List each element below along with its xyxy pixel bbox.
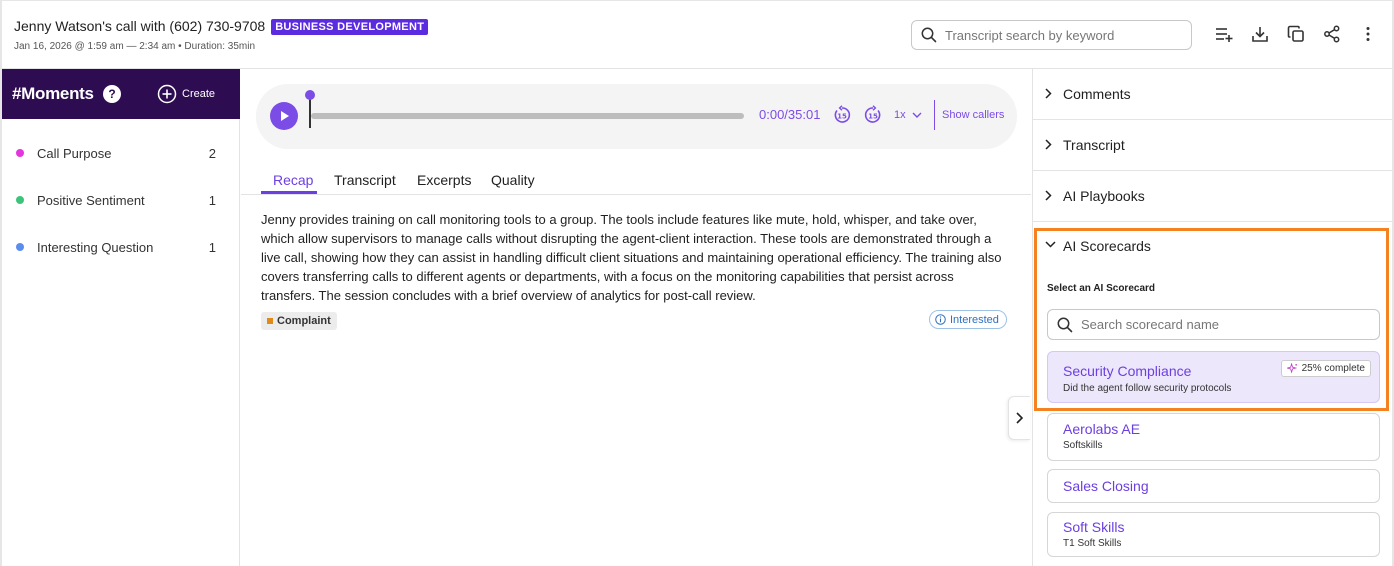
call-title-text: Jenny Watson's call with (602) 730-9708	[14, 18, 266, 34]
tab-quality[interactable]: Quality	[491, 172, 535, 188]
scorecard-sales-closing[interactable]: Sales Closing	[1047, 469, 1380, 503]
scorecard-title: Sales Closing	[1063, 478, 1149, 494]
transcript-search[interactable]	[911, 20, 1192, 50]
scorecard-search-input[interactable]	[1081, 317, 1361, 332]
playback-speed-select[interactable]: 1x	[894, 109, 922, 121]
search-icon	[1057, 317, 1073, 332]
play-button[interactable]	[270, 102, 298, 130]
moment-label: Interesting Question	[37, 239, 154, 255]
scorecard-description: Did the agent follow security protocols	[1063, 383, 1232, 394]
moment-dot	[16, 149, 24, 157]
header-actions	[1213, 23, 1379, 45]
plus-circle-icon	[157, 84, 177, 104]
show-callers-link[interactable]: Show callers	[942, 109, 1004, 121]
help-icon[interactable]: ?	[103, 85, 121, 103]
svg-text:15: 15	[868, 113, 878, 121]
tab-recap[interactable]: Recap	[273, 172, 313, 188]
section-label: Transcript	[1063, 137, 1125, 153]
moment-label: Call Purpose	[37, 145, 112, 161]
active-tab-indicator	[261, 191, 317, 194]
section-transcript[interactable]: Transcript	[1033, 120, 1393, 171]
copy-icon[interactable]	[1285, 23, 1307, 45]
play-icon	[281, 111, 289, 121]
tag-color-square	[267, 318, 273, 324]
section-comments[interactable]: Comments	[1033, 69, 1393, 120]
scorecard-progress-text: 25% complete	[1301, 363, 1365, 374]
transcript-search-input[interactable]	[945, 27, 1175, 43]
moment-count: 1	[208, 239, 216, 255]
section-label: AI Playbooks	[1063, 188, 1145, 204]
playback-track[interactable]	[311, 113, 744, 119]
tab-transcript[interactable]: Transcript	[334, 172, 396, 188]
section-ai-playbooks[interactable]: AI Playbooks	[1033, 171, 1393, 222]
create-moment-label: Create	[182, 88, 216, 100]
scorecard-title: Soft Skills	[1063, 519, 1125, 535]
scorecard-soft-skills[interactable]: Soft Skills T1 Soft Skills	[1047, 512, 1380, 557]
svg-text:15: 15	[837, 113, 847, 121]
moment-dot	[16, 196, 24, 204]
chevron-down-icon	[1045, 241, 1056, 248]
info-icon	[935, 314, 946, 325]
scorecard-search[interactable]	[1047, 309, 1380, 340]
tab-excerpts[interactable]: Excerpts	[417, 172, 471, 188]
audio-player: 0:00/35:01 15 15 1x Show callers	[256, 84, 1017, 149]
add-to-list-icon[interactable]	[1213, 23, 1235, 45]
chevron-right-icon	[1016, 412, 1023, 424]
scorecard-description: Softskills	[1063, 440, 1103, 451]
search-icon	[921, 27, 937, 43]
moments-title: #Moments	[12, 84, 94, 103]
scorecard-title: Security Compliance	[1063, 363, 1192, 379]
playback-speed-value: 1x	[894, 109, 906, 121]
playback-time: 0:00/35:01	[759, 107, 821, 122]
category-badge: BUSINESS DEVELOPMENT	[271, 19, 429, 35]
moments-header: #Moments ? Create	[2, 69, 240, 119]
sentiment-badge: Interested	[929, 310, 1007, 329]
scorecard-security-compliance[interactable]: Security Compliance Did the agent follow…	[1047, 351, 1380, 403]
player-divider	[934, 100, 935, 130]
chevron-right-icon	[1045, 190, 1052, 201]
moment-item-call-purpose[interactable]: Call Purpose 2	[16, 143, 216, 163]
section-ai-scorecards[interactable]: AI Scorecards	[1033, 224, 1393, 264]
moment-dot	[16, 243, 24, 251]
tag-label: Complaint	[277, 315, 331, 327]
scorecard-aerolabs-ae[interactable]: Aerolabs AE Softskills	[1047, 413, 1380, 461]
call-title: Jenny Watson's call with (602) 730-9708 B…	[14, 18, 429, 35]
moment-count: 1	[208, 192, 216, 208]
section-label: AI Scorecards	[1063, 238, 1151, 254]
section-label: Comments	[1063, 86, 1131, 102]
more-vertical-icon[interactable]	[1357, 23, 1379, 45]
forward-15-icon[interactable]: 15	[863, 105, 883, 125]
moments-panel: #Moments ? Create Call Purpose 2 Positiv…	[2, 69, 240, 566]
chevron-right-icon	[1045, 88, 1052, 99]
sparkle-icon	[1286, 363, 1297, 374]
sentiment-label: Interested	[950, 313, 999, 326]
collapse-panel-button[interactable]	[1008, 396, 1030, 440]
scorecard-title: Aerolabs AE	[1063, 421, 1141, 437]
scorecard-progress-badge: 25% complete	[1280, 360, 1371, 377]
scorecard-description: T1 Soft Skills	[1063, 538, 1122, 549]
download-icon[interactable]	[1249, 23, 1271, 45]
side-panel: Comments Transcript AI Playbooks AI Scor…	[1032, 69, 1393, 566]
moment-label: Positive Sentiment	[37, 192, 145, 208]
playhead-line	[309, 98, 311, 128]
call-header: Jenny Watson's call with (602) 730-9708 B…	[2, 1, 1392, 69]
moment-item-interesting-question[interactable]: Interesting Question 1	[16, 237, 216, 257]
rewind-15-icon[interactable]: 15	[832, 105, 852, 125]
recap-text: Jenny provides training on call monitori…	[261, 212, 1002, 303]
content-tabs: Recap Transcript Excerpts Quality	[241, 165, 1031, 195]
moment-item-positive-sentiment[interactable]: Positive Sentiment 1	[16, 190, 216, 210]
share-icon[interactable]	[1321, 23, 1343, 45]
call-meta: Jan 16, 2026 @ 1:59 am — 2:34 am • Durat…	[14, 41, 256, 52]
chevron-down-icon	[912, 112, 922, 118]
moment-count: 2	[208, 145, 216, 161]
create-moment-button[interactable]: Create	[157, 84, 215, 104]
select-scorecard-label: Select an AI Scorecard	[1047, 283, 1156, 294]
tag-chip[interactable]: Complaint	[261, 312, 337, 330]
chevron-right-icon	[1045, 139, 1052, 150]
call-content: 0:00/35:01 15 15 1x Show callers Recap T…	[241, 69, 1031, 566]
playhead-handle[interactable]	[305, 90, 315, 100]
